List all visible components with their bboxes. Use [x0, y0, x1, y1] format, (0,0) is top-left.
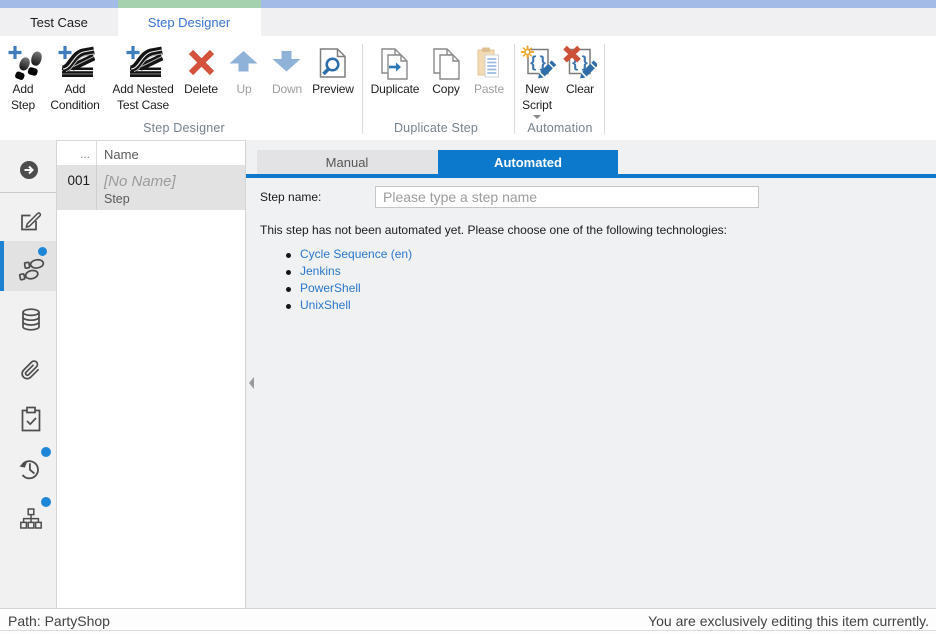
svg-text:{ }: { } [530, 54, 546, 71]
